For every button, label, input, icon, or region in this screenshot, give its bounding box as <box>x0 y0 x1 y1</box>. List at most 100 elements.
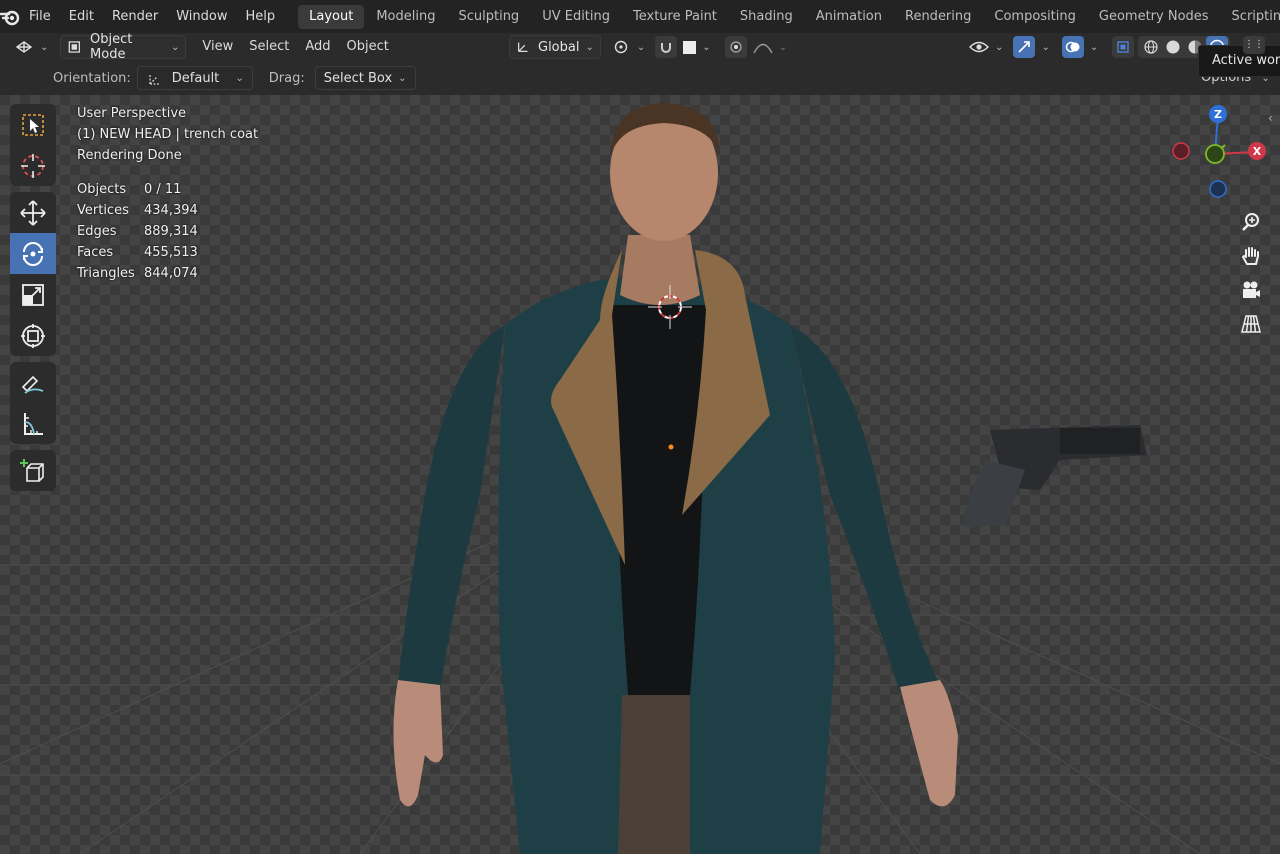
pan-button[interactable] <box>1236 239 1266 273</box>
xray-toggle-button[interactable] <box>1112 36 1135 58</box>
chevron-down-icon: ⌄ <box>995 41 1004 53</box>
menu-edit[interactable]: Edit <box>60 0 103 33</box>
perspective-toggle-button[interactable] <box>1236 307 1266 341</box>
pivot-point-icon <box>614 40 628 54</box>
chevron-down-icon: ⌄ <box>778 41 788 53</box>
menu-add[interactable]: Add <box>297 33 338 61</box>
tab-sculpting[interactable]: Sculpting <box>447 5 530 29</box>
overlays-toggle-button[interactable]: ⌄ <box>1061 36 1099 58</box>
zoom-button[interactable] <box>1236 205 1266 239</box>
stat-value: 455,513 <box>144 245 198 260</box>
camera-view-button[interactable] <box>1236 273 1266 307</box>
chevron-down-icon: ⌄ <box>1089 41 1099 53</box>
tool-scale[interactable] <box>10 274 56 315</box>
chevron-down-icon: ⌄ <box>585 41 594 53</box>
move-icon <box>20 199 46 226</box>
stat-label: Edges <box>77 224 117 239</box>
tab-animation[interactable]: Animation <box>805 5 893 29</box>
tab-rendering[interactable]: Rendering <box>894 5 982 29</box>
menu-view[interactable]: View <box>194 33 241 61</box>
navigation-gizmo[interactable]: Z X <box>1160 95 1280 215</box>
overlays-icon <box>1061 36 1084 58</box>
tool-transform[interactable] <box>10 315 56 356</box>
scale-icon <box>22 283 44 306</box>
menu-window[interactable]: Window <box>167 0 236 33</box>
visibility-button[interactable]: ⌄ <box>969 36 1003 58</box>
tool-group-select <box>10 104 56 186</box>
menu-render[interactable]: Render <box>103 0 167 33</box>
left-toolbox <box>10 104 56 497</box>
stat-row: Vertices 434,394 <box>77 200 258 221</box>
solid-shading-icon[interactable] <box>1162 36 1184 58</box>
tool-move[interactable] <box>10 192 56 233</box>
chevron-down-icon: ⌄ <box>171 41 180 53</box>
gizmo-toggle-icon <box>1013 36 1036 58</box>
drag-label: Drag: <box>268 70 305 86</box>
grid-perspective-icon <box>1241 315 1261 333</box>
tool-group-annotate <box>10 362 56 444</box>
xray-icon <box>1112 36 1135 58</box>
mode-label: Object Mode <box>90 32 133 62</box>
mode-dropdown[interactable]: Object Mode ⌄ <box>60 32 187 62</box>
gizmo-x-label: X <box>1253 145 1262 158</box>
tab-texture-paint[interactable]: Texture Paint <box>622 5 728 29</box>
active-collection: (1) NEW HEAD | trench coat <box>77 127 259 142</box>
stat-label: Triangles <box>77 266 135 281</box>
tool-select-box[interactable] <box>10 104 56 145</box>
annotate-pencil-icon <box>21 375 44 394</box>
menu-help[interactable]: Help <box>237 0 285 33</box>
tool-cursor[interactable] <box>10 145 56 186</box>
tab-scripting[interactable]: Scripting <box>1221 5 1280 29</box>
cursor-icon <box>21 153 45 178</box>
snap-button[interactable]: ⌄ <box>655 36 711 58</box>
tool-annotate[interactable] <box>10 362 56 403</box>
stat-row: Edges 889,314 <box>77 221 258 242</box>
pivot-point-button[interactable]: ⌄ <box>613 36 645 58</box>
stat-value: 844,074 <box>144 266 198 281</box>
tool-add-cube[interactable] <box>10 450 56 491</box>
view-name: User Perspective <box>77 106 187 121</box>
orientation-gizmo-icon <box>149 74 160 85</box>
pistol-model[interactable] <box>964 425 1147 527</box>
editor-type-icon <box>15 41 33 53</box>
orientation-label: Orientation: <box>53 70 131 86</box>
gizmo-y[interactable] <box>1205 144 1225 164</box>
blender-logo-icon[interactable] <box>0 0 20 33</box>
gizmo-toggle-button[interactable]: ⌄ <box>1013 36 1050 58</box>
tool-measure[interactable] <box>10 403 56 444</box>
menu-object[interactable]: Object <box>339 33 397 61</box>
sidebar-toggle-icon[interactable]: ‹ <box>1268 111 1273 125</box>
gizmo-neg-z[interactable] <box>1209 180 1227 198</box>
snap-target-icon <box>683 40 697 54</box>
tab-uv-editing[interactable]: UV Editing <box>531 5 621 29</box>
tool-group-transform <box>10 192 56 356</box>
3d-viewport[interactable]: User Perspective (1) NEW HEAD | trench c… <box>0 95 1280 854</box>
scene-statistics: Objects 0 / 11 Vertices 434,394 Edges 889,3… <box>77 179 258 284</box>
tab-geometry-nodes[interactable]: Geometry Nodes <box>1088 5 1220 29</box>
left-arm <box>398 325 505 690</box>
workspace-tabs: Layout Modeling Sculpting UV Editing Tex… <box>298 0 1280 33</box>
wireframe-shading-icon[interactable] <box>1140 36 1162 58</box>
proportional-edit-icon <box>724 36 747 58</box>
header-collapse-icon[interactable]: ⋮⋮ <box>1243 36 1265 54</box>
transform-orientation-dropdown[interactable]: Global ⌄ <box>508 35 601 59</box>
orientation-dropdown[interactable]: Default ⌄ <box>136 66 253 90</box>
gizmo-neg-x[interactable] <box>1172 142 1190 160</box>
drag-dropdown[interactable]: Select Box ⌄ <box>314 66 416 90</box>
tab-compositing[interactable]: Compositing <box>983 5 1087 29</box>
snap-magnet-icon <box>655 36 678 58</box>
tab-shading[interactable]: Shading <box>729 5 804 29</box>
stat-row: Faces 455,513 <box>77 242 258 263</box>
menu-select[interactable]: Select <box>241 33 297 61</box>
active-workspace-tooltip: Active work <box>1198 45 1280 77</box>
add-cube-icon <box>20 458 44 482</box>
tool-settings-bar: Orientation: Default ⌄ Drag: Select Box … <box>0 61 1280 95</box>
object-origin <box>668 444 674 450</box>
tab-modeling[interactable]: Modeling <box>365 5 446 29</box>
menu-file[interactable]: File <box>20 0 60 33</box>
stat-value: 889,314 <box>144 224 198 239</box>
editor-type-button[interactable]: ⌄ <box>14 36 48 58</box>
tab-layout[interactable]: Layout <box>298 4 365 29</box>
tool-rotate[interactable] <box>10 233 56 274</box>
proportional-edit-button[interactable]: ⌄ <box>724 36 788 58</box>
